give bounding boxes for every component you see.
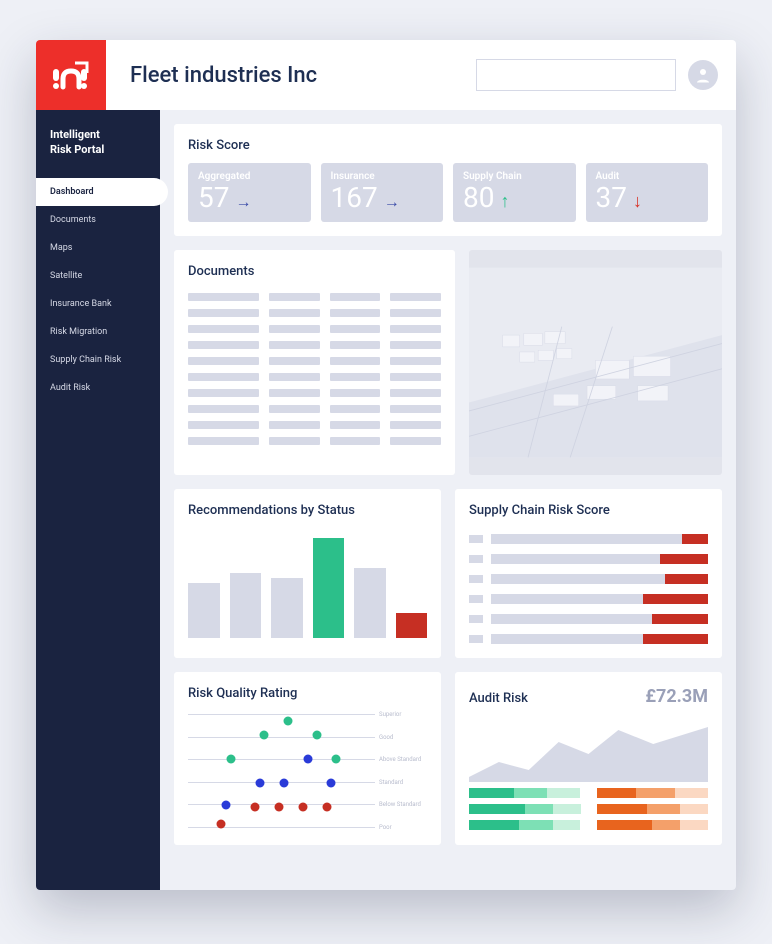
documents-table-placeholder xyxy=(188,289,441,445)
arrow-up-icon: ↑ xyxy=(500,191,509,212)
header: Fleet industries Inc xyxy=(36,40,736,110)
sidebar-title: Intelligent Risk Portal xyxy=(36,124,160,178)
risk-quality-title: Risk Quality Rating xyxy=(188,686,427,701)
sidebar-item-supply-chain-risk[interactable]: Supply Chain Risk xyxy=(36,346,160,374)
arrow-right-icon: → xyxy=(384,192,400,212)
recommendations-card: Recommendations by Status xyxy=(174,489,441,658)
search-input[interactable] xyxy=(476,59,676,91)
audit-area-chart xyxy=(469,722,708,782)
risk-quality-scatter: Superior Good Above Standard Standard Be… xyxy=(188,711,427,831)
tile-supply-chain[interactable]: Supply Chain 80 ↑ xyxy=(453,163,576,222)
arrow-down-icon: ↓ xyxy=(633,191,642,212)
supply-chain-card: Supply Chain Risk Score xyxy=(455,489,722,658)
audit-stacked-bars xyxy=(469,788,708,830)
sidebar-item-documents[interactable]: Documents xyxy=(36,206,160,234)
audit-title: Audit Risk xyxy=(469,691,528,706)
tile-audit[interactable]: Audit 37 ↓ xyxy=(586,163,709,222)
recommendations-bar-chart xyxy=(188,528,427,638)
tile-value: 57 xyxy=(198,184,229,212)
sidebar-item-audit-risk[interactable]: Audit Risk xyxy=(36,374,160,402)
sidebar-item-risk-migration[interactable]: Risk Migration xyxy=(36,318,160,346)
sidebar-item-satellite[interactable]: Satellite xyxy=(36,262,160,290)
tile-aggregated[interactable]: Aggregated 57 → xyxy=(188,163,311,222)
supply-chain-title: Supply Chain Risk Score xyxy=(469,503,708,518)
user-icon xyxy=(694,66,712,84)
recommendations-title: Recommendations by Status xyxy=(188,503,427,518)
tile-insurance[interactable]: Insurance 167 → xyxy=(321,163,444,222)
map-panel[interactable] xyxy=(469,250,722,475)
brand-logo[interactable] xyxy=(36,40,106,110)
sidebar-item-maps[interactable]: Maps xyxy=(36,234,160,262)
iai-logo-icon xyxy=(51,59,91,91)
audit-risk-card: Audit Risk £72.3M xyxy=(455,672,722,845)
tile-value: 37 xyxy=(596,184,627,212)
supply-chain-bars xyxy=(469,528,708,644)
risk-quality-card: Risk Quality Rating Superior Good Above … xyxy=(174,672,441,845)
map-illustration-icon xyxy=(469,250,722,475)
sidebar: Intelligent Risk Portal Dashboard Docume… xyxy=(36,110,160,890)
page-title: Fleet industries Inc xyxy=(130,63,317,88)
risk-score-card: Risk Score Aggregated 57 → Insurance 167 xyxy=(174,124,722,236)
audit-value: £72.3M xyxy=(645,686,708,707)
risk-score-title: Risk Score xyxy=(188,138,708,153)
avatar[interactable] xyxy=(688,60,718,90)
tile-value: 80 xyxy=(463,184,494,212)
arrow-right-icon: → xyxy=(235,192,251,212)
main-content: Risk Score Aggregated 57 → Insurance 167 xyxy=(160,110,736,890)
sidebar-item-dashboard[interactable]: Dashboard xyxy=(36,178,168,206)
documents-title: Documents xyxy=(188,264,441,279)
documents-card: Documents xyxy=(174,250,455,475)
app-window: Fleet industries Inc Intelligent Risk Po… xyxy=(36,40,736,890)
sidebar-item-insurance-bank[interactable]: Insurance Bank xyxy=(36,290,160,318)
tile-value: 167 xyxy=(331,184,378,212)
